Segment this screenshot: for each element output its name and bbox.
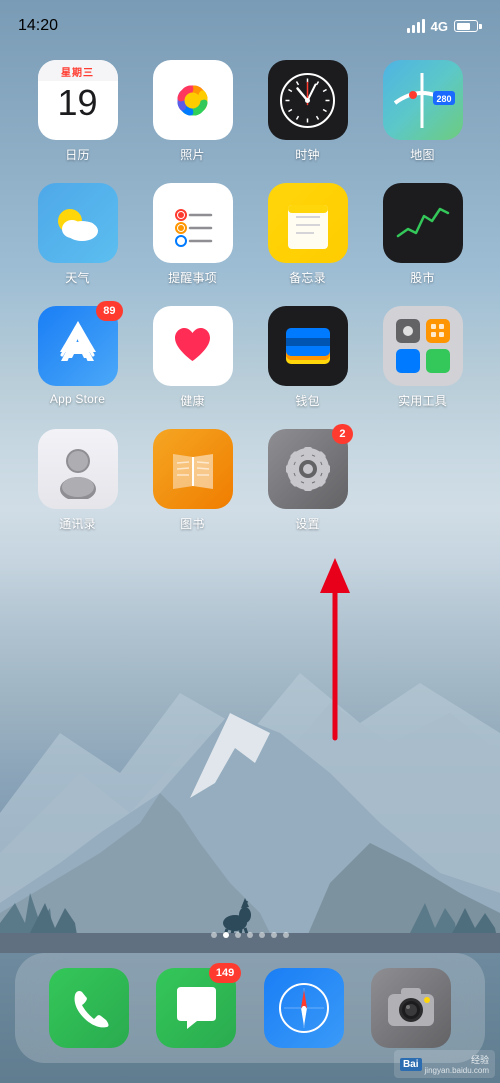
photos-icon	[153, 60, 233, 140]
settings-label: 设置	[295, 515, 319, 532]
app-grid-row4: 通讯录	[20, 429, 480, 532]
maps-label: 地图	[410, 146, 434, 163]
app-calendar[interactable]: 星期三 19 日历	[25, 60, 130, 163]
home-screen: 星期三 19 日历	[0, 50, 500, 943]
stocks-label: 股市	[410, 269, 434, 286]
app-clock[interactable]: 时钟	[255, 60, 360, 163]
app-utilities[interactable]: 实用工具	[370, 306, 475, 409]
app-stocks[interactable]: 股市	[370, 183, 475, 286]
contacts-icon	[38, 429, 118, 509]
appstore-label: App Store	[50, 392, 105, 406]
page-dot-0	[211, 932, 217, 938]
weather-label: 天气	[65, 269, 89, 286]
app-grid-row2: 天气	[20, 183, 480, 286]
watermark-text1: 经验	[425, 1053, 489, 1066]
app-books[interactable]: 图书	[140, 429, 245, 532]
watermark-badge: Bai	[400, 1058, 422, 1071]
app-photos[interactable]: 照片	[140, 60, 245, 163]
status-icons: 4G	[407, 19, 482, 34]
svg-text:280: 280	[436, 94, 451, 104]
notes-label: 备忘录	[289, 269, 326, 286]
app-grid-row1: 星期三 19 日历	[20, 60, 480, 163]
stocks-icon	[383, 183, 463, 263]
app-health[interactable]: 健康	[140, 306, 245, 409]
page-dot-6	[283, 932, 289, 938]
page-dot-1	[223, 932, 229, 938]
app-grid-row3: 89 App Store 健康	[20, 306, 480, 409]
phone-icon	[49, 968, 129, 1048]
camera-icon	[371, 968, 451, 1048]
safari-icon	[264, 968, 344, 1048]
app-weather[interactable]: 天气	[25, 183, 130, 286]
photos-label: 照片	[180, 146, 204, 163]
calendar-date: 19	[57, 85, 97, 121]
dock: 149	[15, 953, 485, 1063]
dock-safari[interactable]	[264, 968, 344, 1048]
app-maps[interactable]: 280 地图	[370, 60, 475, 163]
contacts-label: 通讯录	[59, 515, 96, 532]
calendar-icon: 星期三 19	[38, 60, 118, 140]
notes-icon	[268, 183, 348, 263]
books-icon	[153, 429, 233, 509]
app-contacts[interactable]: 通讯录	[25, 429, 130, 532]
network-type: 4G	[431, 19, 448, 34]
app-wallet[interactable]: 钱包	[255, 306, 360, 409]
calendar-day: 星期三	[38, 60, 118, 81]
app-appstore[interactable]: 89 App Store	[25, 306, 130, 409]
health-icon	[153, 306, 233, 386]
watermark: Bai 经验 jingyan.baidu.com	[394, 1050, 495, 1078]
page-dot-2	[235, 932, 241, 938]
dock-phone[interactable]	[49, 968, 129, 1048]
battery-icon	[454, 20, 482, 32]
calendar-label: 日历	[65, 146, 89, 163]
reminders-icon	[153, 183, 233, 263]
page-dot-3	[247, 932, 253, 938]
app-settings[interactable]: 2 设置	[255, 429, 360, 532]
signal-icon	[407, 19, 425, 33]
clock-icon	[268, 60, 348, 140]
utilities-icon	[383, 306, 463, 386]
watermark-url: jingyan.baidu.com	[425, 1066, 489, 1075]
page-dots	[0, 932, 500, 938]
status-bar: 14:20 4G	[0, 0, 500, 44]
dock-camera[interactable]	[371, 968, 451, 1048]
weather-icon	[38, 183, 118, 263]
reminders-label: 提醒事项	[168, 269, 217, 286]
utilities-label: 实用工具	[398, 392, 447, 409]
maps-icon: 280	[383, 60, 463, 140]
page-dot-5	[271, 932, 277, 938]
wallet-icon	[268, 306, 348, 386]
clock-label: 时钟	[295, 146, 319, 163]
health-label: 健康	[180, 392, 204, 409]
dock-messages[interactable]: 149	[156, 968, 236, 1048]
settings-badge: 2	[332, 424, 352, 444]
app-notes[interactable]: 备忘录	[255, 183, 360, 286]
page-dot-4	[259, 932, 265, 938]
app-reminders[interactable]: 提醒事项	[140, 183, 245, 286]
books-label: 图书	[180, 515, 204, 532]
appstore-badge: 89	[96, 301, 122, 321]
wallet-label: 钱包	[295, 392, 319, 409]
status-time: 14:20	[18, 17, 58, 35]
messages-badge: 149	[209, 963, 241, 983]
